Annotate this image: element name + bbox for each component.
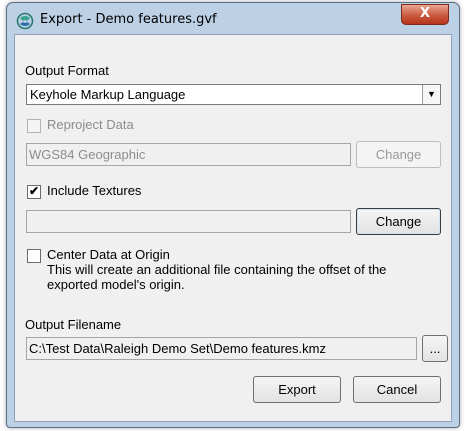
include-textures-label: Include Textures [47, 183, 142, 198]
reproject-label: Reproject Data [47, 117, 134, 132]
output-filename-value: C:\Test Data\Raleigh Demo Set\Demo featu… [29, 341, 326, 356]
output-filename-label: Output Filename [25, 317, 122, 332]
chevron-down-icon[interactable]: ▼ [422, 85, 440, 104]
close-icon: X [419, 6, 431, 21]
export-button[interactable]: Export [253, 376, 341, 403]
close-button[interactable]: X [401, 4, 449, 25]
output-format-label: Output Format [25, 63, 109, 78]
center-origin-label: Center Data at Origin [47, 247, 170, 262]
reproject-change-button[interactable]: Change [356, 141, 441, 168]
center-origin-description-1: This will create an additional file cont… [47, 262, 387, 277]
output-format-dropdown[interactable]: Keyhole Markup Language ▼ [26, 84, 441, 105]
dialog-body: Output Format Keyhole Markup Language ▼ … [14, 34, 452, 422]
center-origin-description-2: exported model's origin. [47, 277, 185, 292]
center-origin-checkbox[interactable] [27, 249, 41, 263]
window-title: Export - Demo features.gvf [40, 12, 217, 27]
app-logo-icon [16, 12, 34, 30]
checkmark-icon: ✔ [28, 184, 40, 198]
title-bar[interactable]: Export - Demo features.gvf X [7, 3, 459, 35]
output-filename-field[interactable]: C:\Test Data\Raleigh Demo Set\Demo featu… [26, 337, 417, 360]
texture-path-field[interactable] [26, 210, 351, 233]
reproject-checkbox[interactable] [27, 119, 41, 133]
browse-button[interactable]: ... [422, 335, 448, 362]
output-format-value: Keyhole Markup Language [30, 87, 186, 102]
cancel-button[interactable]: Cancel [353, 376, 441, 403]
export-dialog: Export - Demo features.gvf X Output Form… [6, 2, 460, 428]
textures-change-button[interactable]: Change [356, 208, 441, 235]
projection-field[interactable]: WGS84 Geographic [26, 143, 351, 166]
projection-value: WGS84 Geographic [29, 147, 146, 162]
include-textures-checkbox[interactable]: ✔ [27, 184, 41, 199]
